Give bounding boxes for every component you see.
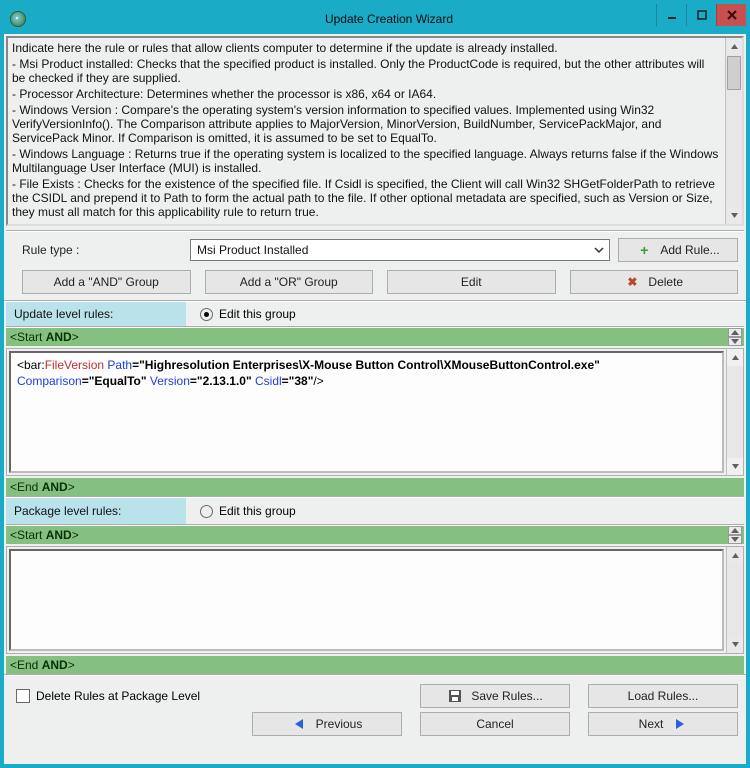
minimize-button[interactable] (656, 4, 686, 26)
maximize-button[interactable] (686, 4, 716, 26)
scroll-track[interactable] (727, 366, 743, 458)
separator (6, 230, 744, 232)
footer-row-2: Previous Cancel Next (16, 710, 738, 738)
spin-up-icon[interactable] (728, 526, 742, 535)
close-button[interactable] (716, 4, 746, 26)
window-title: Update Creation Wizard (32, 12, 746, 26)
checkbox-icon (16, 689, 30, 703)
add-rule-label: Add Rule... (660, 243, 719, 257)
update-rule-editor: <bar:FileVersion Path="Highresolution En… (6, 348, 744, 476)
add-rule-button[interactable]: + Add Rule... (618, 238, 738, 262)
window-controls (656, 4, 746, 26)
scroll-down-icon[interactable] (726, 207, 742, 224)
add-and-group-button[interactable]: Add a "AND" Group (22, 270, 191, 294)
scroll-down-icon[interactable] (727, 636, 743, 653)
instructions-line: - Windows Version : Compare's the operat… (12, 103, 721, 145)
package-level-row: Package level rules: Edit this group (4, 498, 746, 524)
load-rules-button[interactable]: Load Rules... (588, 684, 738, 708)
package-level-label: Package level rules: (6, 498, 186, 524)
start-and-band-2[interactable]: <Start AND> (6, 526, 744, 544)
footer: Delete Rules at Package Level Save Rules… (4, 674, 746, 744)
end-and-band-1[interactable]: <End AND> (6, 478, 744, 496)
plus-icon: + (636, 242, 652, 258)
scroll-up-icon[interactable] (727, 349, 743, 366)
next-button[interactable]: Next (588, 712, 738, 736)
rule-text-area-empty[interactable] (9, 549, 724, 651)
delete-at-package-checkbox[interactable]: Delete Rules at Package Level (16, 689, 200, 704)
instructions-text: Indicate here the rule or rules that all… (8, 38, 725, 224)
delete-button[interactable]: ✖ Delete (570, 270, 739, 294)
edit-group-label: Edit this group (219, 504, 296, 518)
edit-this-group-update[interactable]: Edit this group (186, 307, 296, 321)
group-buttons-row: Add a "AND" Group Add a "OR" Group Edit … (4, 266, 746, 300)
rule-type-select[interactable]: Msi Product Installed (190, 239, 610, 261)
package-rule-editor (6, 546, 744, 654)
save-icon (447, 689, 463, 703)
start-and-band-1[interactable]: <Start AND> (6, 328, 744, 346)
spin-up-icon[interactable] (728, 328, 742, 337)
instructions-line: - File Exists : Checks for the existence… (12, 177, 721, 219)
instructions-line: - Msi Product installed: Checks that the… (12, 57, 721, 85)
content-area: Indicate here the rule or rules that all… (4, 34, 746, 764)
instructions-panel: Indicate here the rule or rules that all… (6, 36, 744, 226)
instructions-heading: Indicate here the rule or rules that all… (12, 41, 721, 55)
delete-icon: ✖ (624, 275, 640, 289)
chevron-down-icon (593, 244, 605, 259)
cancel-button[interactable]: Cancel (420, 712, 570, 736)
instructions-line: - Windows Language : Returns true if the… (12, 147, 721, 175)
edit-group-label: Edit this group (219, 307, 296, 321)
instructions-scrollbar[interactable] (725, 38, 742, 224)
rule-scrollbar[interactable] (726, 349, 743, 475)
scroll-thumb[interactable] (727, 56, 741, 90)
band-spinner[interactable] (728, 328, 742, 346)
end-and-band-2[interactable]: <End AND> (6, 656, 744, 674)
band-spinner[interactable] (728, 526, 742, 544)
radio-icon (200, 308, 213, 321)
edit-this-group-package[interactable]: Edit this group (186, 504, 296, 518)
rule-type-row: Rule type : Msi Product Installed + Add … (4, 234, 746, 266)
spin-down-icon[interactable] (728, 535, 742, 544)
arrow-left-icon (292, 718, 308, 730)
scroll-up-icon[interactable] (727, 547, 743, 564)
arrow-right-icon (671, 718, 687, 730)
globe-icon (10, 11, 26, 27)
spin-down-icon[interactable] (728, 337, 742, 346)
update-level-label: Update level rules: (6, 302, 186, 326)
rule-type-value: Msi Product Installed (197, 243, 308, 257)
instructions-line: - Processor Architecture: Determines whe… (12, 87, 721, 101)
previous-button[interactable]: Previous (252, 712, 402, 736)
scroll-up-icon[interactable] (726, 38, 742, 55)
rule-scrollbar[interactable] (726, 547, 743, 653)
footer-row-1: Delete Rules at Package Level Save Rules… (16, 682, 738, 710)
window-frame: Update Creation Wizard Indicate here the… (0, 0, 750, 768)
radio-icon (200, 505, 213, 518)
titlebar: Update Creation Wizard (4, 4, 746, 34)
update-level-row: Update level rules: Edit this group (4, 300, 746, 326)
rule-text-area[interactable]: <bar:FileVersion Path="Highresolution En… (9, 351, 724, 473)
scroll-track[interactable] (727, 564, 743, 636)
scroll-track[interactable] (726, 91, 742, 207)
scroll-down-icon[interactable] (727, 458, 743, 475)
add-or-group-button[interactable]: Add a "OR" Group (205, 270, 374, 294)
save-rules-button[interactable]: Save Rules... (420, 684, 570, 708)
edit-button[interactable]: Edit (387, 270, 556, 294)
rule-type-label: Rule type : (22, 243, 182, 257)
